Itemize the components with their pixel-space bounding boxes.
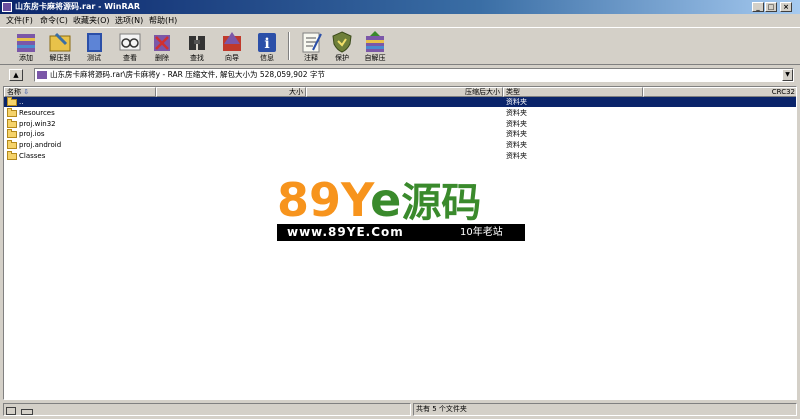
svg-text:i: i (264, 36, 269, 52)
list-item-proj-ios[interactable]: proj.ios 资料夹 (4, 129, 796, 139)
folder-icon (7, 97, 17, 106)
watermark-strip: www.89YE.Com 10年老站 (277, 224, 525, 241)
test-button[interactable]: 测试 (79, 30, 109, 64)
key-icon (21, 409, 34, 415)
extract-folder-icon (49, 32, 71, 52)
watermark-letter-y: Y (341, 173, 371, 227)
dropdown-button[interactable]: ▼ (782, 69, 793, 81)
column-header-crc32[interactable]: CRC32 (643, 87, 796, 97)
comment-note-icon (302, 32, 322, 53)
delete-icon (154, 35, 170, 51)
window-title: 山东房卡麻将源码.rar - WinRAR (15, 2, 140, 11)
folder-icon (7, 119, 17, 128)
view-button[interactable]: 查看 (115, 30, 145, 64)
menu-favorites[interactable]: 收藏夹(O) (73, 15, 110, 26)
title-bar[interactable]: 山东房卡麻将源码.rar - WinRAR _ □ × (0, 0, 800, 14)
status-panel-left (3, 403, 411, 416)
up-arrow-icon: ▲ (13, 71, 19, 79)
watermark-letter-e: e (370, 173, 402, 227)
maximize-button[interactable]: □ (765, 2, 777, 12)
status-bar: 共有 5 个文件夹 (0, 402, 800, 418)
status-panel-right: 共有 5 个文件夹 (413, 403, 797, 416)
comment-button[interactable]: 注释 (296, 30, 326, 64)
menu-help[interactable]: 帮助(H) (149, 15, 177, 26)
watermark-logo: 89Ye源码 www.89YE.Com 10年老站 (277, 177, 525, 241)
extract-to-button[interactable]: 解压到 (45, 30, 75, 64)
list-item-proj-win32[interactable]: proj.win32 资料夹 (4, 119, 796, 129)
watermark-url: www.89YE.Com (287, 225, 404, 239)
info-icon: i (258, 33, 276, 52)
toolbar-separator (288, 32, 290, 60)
test-book-icon (87, 33, 102, 52)
path-combobox[interactable]: 山东房卡麻将源码.rar\房卡麻将y - RAR 压缩文件, 解包大小为 528… (34, 68, 794, 82)
list-item-classes[interactable]: Classes 资料夹 (4, 151, 796, 161)
column-headers: 名称 ⇩ 大小 压缩后大小 类型 CRC32 (4, 87, 796, 97)
column-header-type[interactable]: 类型 (503, 87, 643, 97)
menu-commands[interactable]: 命令(C) (40, 15, 68, 26)
menu-bar: 文件(F) 命令(C) 收藏夹(O) 选项(N) 帮助(H) (0, 14, 800, 27)
close-button[interactable]: × (780, 2, 792, 12)
address-bar: ▲ 山东房卡麻将源码.rar\房卡麻将y - RAR 压缩文件, 解包大小为 5… (0, 67, 800, 84)
wizard-button[interactable]: 向导 (217, 30, 247, 64)
find-binoculars-icon (189, 36, 205, 50)
add-archive-icon (17, 34, 35, 52)
folder-icon (7, 140, 17, 149)
protect-shield-icon (332, 31, 352, 53)
watermark-chinese: 源码 (401, 180, 482, 226)
view-glasses-icon (119, 33, 141, 51)
up-folder-button[interactable]: ▲ (9, 69, 23, 81)
find-button[interactable]: 查找 (182, 30, 212, 64)
info-button[interactable]: i 信息 (252, 30, 282, 64)
watermark-digits: 89 (277, 173, 342, 227)
add-button[interactable]: 添加 (11, 30, 41, 64)
archive-path: 山东房卡麻将源码.rar\房卡麻将y - RAR 压缩文件, 解包大小为 528… (50, 70, 325, 79)
menu-file[interactable]: 文件(F) (6, 15, 33, 26)
sort-down-arrow-icon: ⇩ (23, 88, 30, 96)
protect-button[interactable]: 保护 (327, 30, 357, 64)
menu-options[interactable]: 选项(N) (115, 15, 143, 26)
delete-button[interactable]: 删除 (147, 30, 177, 64)
column-header-size[interactable]: 大小 (156, 87, 306, 97)
folder-icon (7, 129, 17, 138)
winrar-app-icon (2, 2, 12, 12)
list-item-parent[interactable]: .. 资料夹 (4, 97, 796, 107)
folder-icon (7, 151, 17, 160)
column-header-packed[interactable]: 压缩后大小 (306, 87, 503, 97)
toolbar: 添加 解压到 测试 查看 删除 查找 向导 i 信息 注释 保护 自解压 (0, 27, 800, 65)
chevron-down-icon: ▼ (785, 71, 790, 78)
sfx-archive-icon (366, 31, 384, 52)
list-item-resources[interactable]: Resources 资料夹 (4, 108, 796, 118)
rar-archive-icon (37, 71, 47, 79)
file-list[interactable]: 名称 ⇩ 大小 压缩后大小 类型 CRC32 .. 资料夹 Resources … (3, 86, 797, 400)
drive-icon (6, 407, 16, 415)
list-item-proj-android[interactable]: proj.android 资料夹 (4, 140, 796, 150)
minimize-button[interactable]: _ (752, 2, 764, 12)
sfx-button[interactable]: 自解压 (360, 30, 390, 64)
folder-icon (7, 108, 17, 117)
watermark-slogan: 10年老站 (460, 227, 503, 238)
column-header-name[interactable]: 名称 ⇩ (4, 87, 156, 97)
wizard-icon (223, 32, 241, 51)
